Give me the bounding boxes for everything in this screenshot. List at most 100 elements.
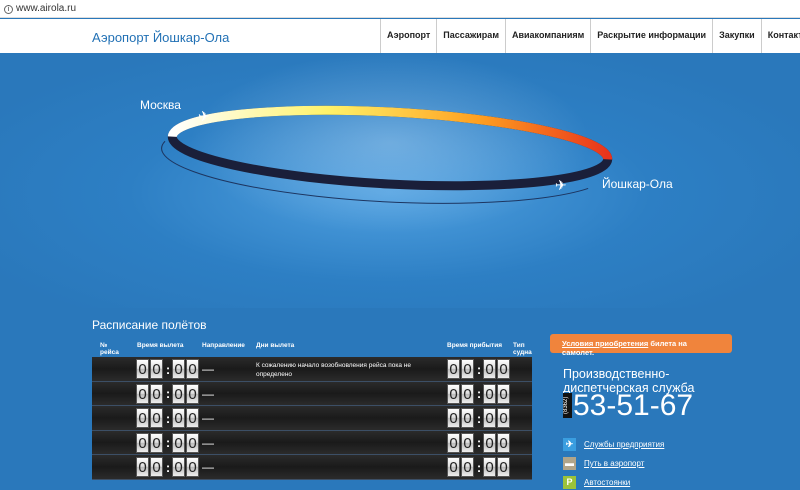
flip-digit: 0 xyxy=(150,457,163,477)
flip-digit: 0 xyxy=(497,432,510,453)
arr-time: 00:00 xyxy=(447,432,511,453)
dep-time: 00:00 xyxy=(136,432,200,453)
plane-icon: ✈ xyxy=(555,177,567,193)
flip-digit: 0 xyxy=(497,408,510,428)
table-header: № рейса Время вылета Направление Дни выл… xyxy=(92,340,532,357)
sidebar-link[interactable]: P Автостоянки xyxy=(563,476,630,489)
nav-contacts[interactable]: Контакты xyxy=(760,19,800,53)
direction: — xyxy=(202,411,214,425)
colon: : xyxy=(165,410,171,426)
table-row: 0 0:0 0—0 0:0 0 xyxy=(92,381,532,406)
bus-icon: ▬ xyxy=(563,457,576,470)
sidebar-link[interactable]: ▬ Путь в аэропорт xyxy=(563,457,644,470)
flip-digit: 0 xyxy=(150,359,163,379)
ticket-conditions-link[interactable]: Условия приобретения xyxy=(562,339,648,348)
flip-digit: 0 xyxy=(186,383,199,404)
flip-digit: 0 xyxy=(447,383,460,404)
colon: : xyxy=(165,361,171,377)
arr-time: 00:00 xyxy=(447,408,511,428)
arr-time: 00:00 xyxy=(447,383,511,404)
flip-digit: 0 xyxy=(461,432,474,453)
sidebar-link-label[interactable]: Путь в аэропорт xyxy=(584,459,644,468)
route-ring-graphic: ✈ ✈ xyxy=(161,53,613,233)
flip-digit: 0 xyxy=(186,432,199,453)
main-nav: Аэропорт Пассажирам Авиакомпаниям Раскры… xyxy=(380,19,800,53)
table-row: 0 0:0 0— К сожалению начало возобновления р… xyxy=(92,357,532,382)
dep-time: 00:00 xyxy=(136,408,200,428)
flip-digit: 0 xyxy=(461,383,474,404)
flip-digit: 0 xyxy=(150,383,163,404)
ticket-conditions-banner: Условия приобретения билета на самолет. xyxy=(550,334,732,357)
plane-icon: ✈ xyxy=(198,108,210,124)
phone-code: (8362) xyxy=(563,393,572,418)
flip-digit: 0 xyxy=(172,457,185,477)
address-bar[interactable]: i www.airola.ru xyxy=(0,0,800,18)
nav-purchases[interactable]: Закупки xyxy=(712,19,761,53)
dep-time: 00:00 xyxy=(136,359,200,379)
city-yoshkar-ola: Йошкар-Ола xyxy=(602,177,673,191)
colon: : xyxy=(165,459,171,475)
dep-time: 00:00 xyxy=(136,457,200,477)
flip-digit: 0 xyxy=(186,359,199,379)
colon: : xyxy=(476,361,482,377)
flip-digit: 0 xyxy=(136,408,149,428)
plane-icon: ✈ xyxy=(563,438,576,451)
col-direction: Направление xyxy=(202,342,245,349)
hero-banner: ✈ ✈ Москва Йошкар-Ола xyxy=(0,53,800,308)
table-row: 0 0:0 0—0 0:0 0 xyxy=(92,455,532,480)
flip-digit: 0 xyxy=(461,408,474,428)
table-row: 0 0:0 0—0 0:0 0 xyxy=(92,430,532,455)
flip-digit: 0 xyxy=(483,457,496,477)
flip-digit: 0 xyxy=(497,383,510,404)
flip-digit: 0 xyxy=(150,408,163,428)
flip-digit: 0 xyxy=(483,408,496,428)
nav-airport[interactable]: Аэропорт xyxy=(380,19,436,53)
flip-digit: 0 xyxy=(447,432,460,453)
phone-number: 53-51-67 xyxy=(573,389,694,422)
departure-days: К сожалению начало возобновления рейса п… xyxy=(256,362,411,378)
flip-digit: 0 xyxy=(172,408,185,428)
flip-digit: 0 xyxy=(461,359,474,379)
flip-digit: 0 xyxy=(447,359,460,379)
arr-time: 00:00 xyxy=(447,457,511,477)
direction: — xyxy=(202,435,214,450)
direction: — xyxy=(202,386,214,401)
colon: : xyxy=(165,386,171,401)
flip-digit: 0 xyxy=(186,457,199,477)
flip-digit: 0 xyxy=(186,408,199,428)
colon: : xyxy=(476,386,482,401)
url-text: www.airola.ru xyxy=(16,3,77,14)
site-header: Аэропорт Йошкар-Ола Аэропорт Пассажирам … xyxy=(0,19,800,53)
flip-digit: 0 xyxy=(497,359,510,379)
flip-digit: 0 xyxy=(172,383,185,404)
parking-icon: P xyxy=(563,476,576,489)
flip-digit: 0 xyxy=(483,383,496,404)
col-days: Дни вылета xyxy=(256,342,295,349)
sidebar-link-label[interactable]: Автостоянки xyxy=(584,478,630,487)
flip-digit: 0 xyxy=(150,432,163,453)
city-moscow: Москва xyxy=(140,98,181,112)
flip-digit: 0 xyxy=(136,383,149,404)
col-flight: № рейса xyxy=(100,342,119,356)
direction: — xyxy=(202,460,214,474)
flip-digit: 0 xyxy=(136,457,149,477)
flip-digit: 0 xyxy=(172,432,185,453)
info-icon[interactable]: i xyxy=(4,5,13,14)
flip-digit: 0 xyxy=(483,359,496,379)
schedule-title: Расписание полётов xyxy=(92,318,207,332)
flip-digit: 0 xyxy=(172,359,185,379)
sidebar-link[interactable]: ✈ Службы предприятия xyxy=(563,438,664,451)
sidebar-link-label[interactable]: Службы предприятия xyxy=(584,440,664,449)
nav-disclosure[interactable]: Раскрытие информации xyxy=(590,19,712,53)
col-arrival: Время прибытия xyxy=(447,342,503,349)
nav-airlines[interactable]: Авиакомпаниям xyxy=(504,19,590,53)
flip-digit: 0 xyxy=(136,359,149,379)
flip-digit: 0 xyxy=(136,432,149,453)
flip-digit: 0 xyxy=(497,457,510,477)
flip-digit: 0 xyxy=(483,432,496,453)
flip-digit: 0 xyxy=(447,408,460,428)
colon: : xyxy=(476,459,482,475)
site-logo[interactable]: Аэропорт Йошкар-Ола xyxy=(92,30,229,45)
nav-passengers[interactable]: Пассажирам xyxy=(436,19,505,53)
dep-time: 00:00 xyxy=(136,383,200,404)
